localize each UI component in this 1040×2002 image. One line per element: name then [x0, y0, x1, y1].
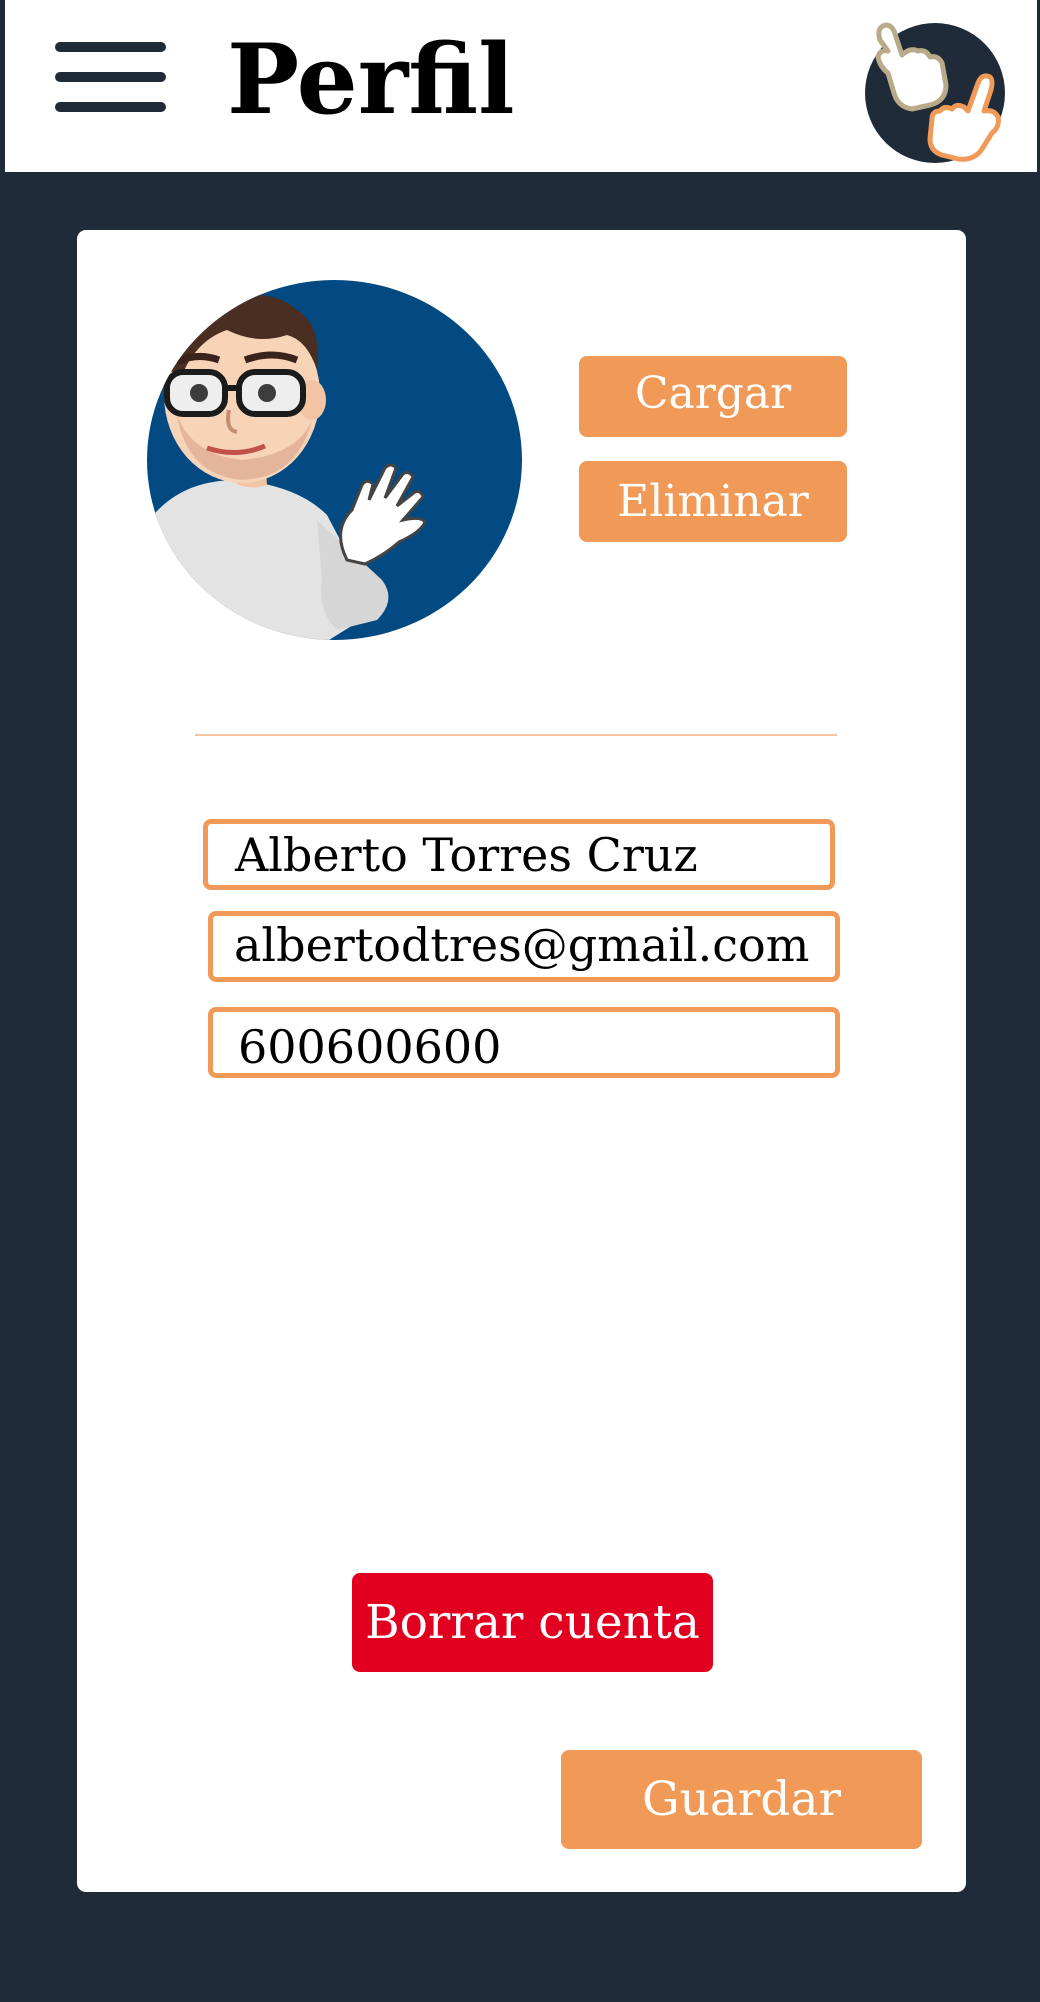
pointing-hands-logo-icon[interactable] — [860, 15, 1010, 165]
upload-photo-button[interactable]: Cargar — [579, 356, 847, 437]
save-button[interactable]: Guardar — [561, 1750, 922, 1849]
delete-account-button[interactable]: Borrar cuenta — [352, 1573, 713, 1672]
name-field[interactable]: Alberto Torres Cruz — [203, 819, 835, 890]
avatar — [147, 280, 522, 640]
divider — [195, 734, 837, 736]
app-header: Perfil — [5, 0, 1037, 172]
page-title: Perfil — [227, 23, 515, 136]
phone-field[interactable]: 600600600 — [208, 1007, 840, 1078]
hamburger-menu-icon[interactable] — [55, 40, 170, 120]
email-field[interactable]: albertodtres@gmail.com — [208, 911, 840, 982]
delete-photo-button[interactable]: Eliminar — [579, 461, 847, 542]
